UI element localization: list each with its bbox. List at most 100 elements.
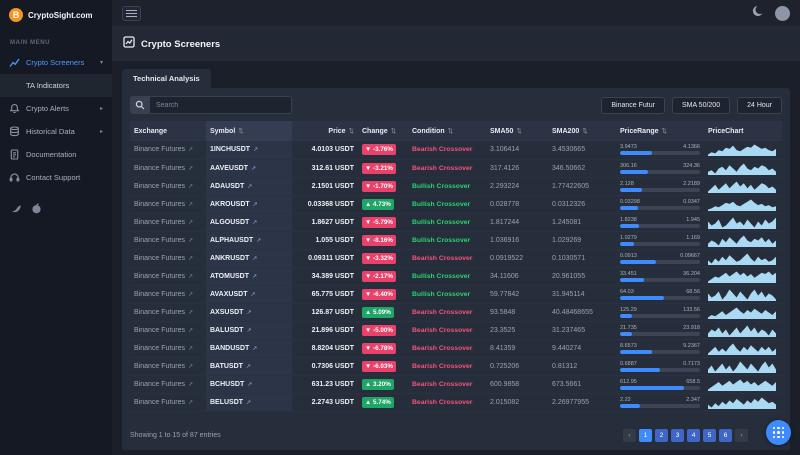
page-button-5[interactable]: 5	[703, 429, 716, 442]
page-button-1[interactable]: 1	[639, 429, 652, 442]
external-link-icon[interactable]: ↗	[188, 166, 193, 172]
page-button-6[interactable]: 6	[719, 429, 732, 442]
symbol-link[interactable]: BALUSDT	[210, 327, 243, 334]
sma200-value: 3.4530665	[548, 141, 616, 160]
apps-launcher-button[interactable]	[766, 420, 791, 445]
symbol-link[interactable]: BANDUSDT	[210, 345, 249, 352]
exchange-link[interactable]: Binance Futures	[134, 183, 185, 190]
sidebar-item-crypto-alerts[interactable]: Crypto Alerts ▸	[0, 97, 112, 120]
external-link-icon[interactable]: ↗	[253, 202, 258, 208]
symbol-link[interactable]: ALGOUSDT	[210, 219, 249, 226]
external-link-icon[interactable]: ↗	[246, 310, 251, 316]
change-cell: ▲ 4.73%	[358, 195, 408, 214]
exchange-link[interactable]: Binance Futures	[134, 363, 185, 370]
sidebar-item-contact-support[interactable]: Contact Support	[0, 166, 112, 189]
page-button-4[interactable]: 4	[687, 429, 700, 442]
external-link-icon[interactable]: ↗	[246, 400, 251, 406]
external-link-icon[interactable]: ↗	[252, 220, 257, 226]
external-link-icon[interactable]: ↗	[188, 400, 193, 406]
dark-mode-icon[interactable]	[752, 4, 764, 22]
avatar[interactable]	[775, 5, 790, 21]
external-link-icon[interactable]: ↗	[247, 382, 252, 388]
exchange-link[interactable]: Binance Futures	[134, 327, 185, 334]
search-icon[interactable]	[130, 96, 150, 114]
column-header-price[interactable]: Price ⇅	[292, 121, 358, 141]
external-link-icon[interactable]: ↗	[252, 346, 257, 352]
reddit-icon[interactable]	[31, 201, 42, 219]
column-header-condition[interactable]: Condition ⇅	[408, 121, 486, 141]
exchange-link[interactable]: Binance Futures	[134, 399, 185, 406]
sidebar-item-historical-data[interactable]: Historical Data ▸	[0, 120, 112, 143]
sidebar-item-crypto-screeners[interactable]: Crypto Screeners ▾	[0, 51, 112, 74]
sidebar-item-documentation[interactable]: Documentation	[0, 143, 112, 166]
external-link-icon[interactable]: ↗	[188, 364, 193, 370]
symbol-link[interactable]: BELUSDT	[210, 399, 243, 406]
external-link-icon[interactable]: ↗	[256, 238, 261, 244]
external-link-icon[interactable]: ↗	[188, 220, 193, 226]
symbol-link[interactable]: ADAUSDT	[210, 183, 244, 190]
symbol-link[interactable]: BATUSDT	[210, 363, 243, 370]
page-button-3[interactable]: 3	[671, 429, 684, 442]
range-high-value: 36.204	[683, 270, 700, 277]
external-link-icon[interactable]: ↗	[188, 184, 193, 190]
timeframe-filter-button[interactable]: 24 Hour	[737, 96, 782, 114]
external-link-icon[interactable]: ↗	[188, 274, 193, 280]
indicator-filter-button[interactable]: SMA 50/200	[671, 96, 731, 114]
menu-toggle-button[interactable]	[122, 5, 141, 21]
search-input[interactable]	[150, 96, 292, 114]
exchange-filter-button[interactable]: Binance Futur	[601, 96, 665, 114]
page-button-2[interactable]: 2	[655, 429, 668, 442]
exchange-link[interactable]: Binance Futures	[134, 309, 185, 316]
symbol-link[interactable]: ALPHAUSDT	[210, 237, 253, 244]
symbol-link[interactable]: ANKRUSDT	[210, 255, 249, 262]
twitter-icon[interactable]	[11, 201, 22, 219]
exchange-link[interactable]: Binance Futures	[134, 201, 185, 208]
exchange-link[interactable]: Binance Futures	[134, 345, 185, 352]
exchange-link[interactable]: Binance Futures	[134, 255, 185, 262]
symbol-link[interactable]: AXSUSDT	[210, 309, 243, 316]
external-link-icon[interactable]: ↗	[252, 274, 257, 280]
column-header-sma50[interactable]: SMA50 ⇅	[486, 121, 548, 141]
sort-icon: ⇅	[582, 128, 588, 135]
external-link-icon[interactable]: ↗	[188, 256, 193, 262]
symbol-link[interactable]: AAVEUSDT	[210, 165, 248, 172]
external-link-icon[interactable]: ↗	[250, 292, 255, 298]
external-link-icon[interactable]: ↗	[188, 292, 193, 298]
external-link-icon[interactable]: ↗	[251, 166, 256, 172]
symbol-link[interactable]: ATOMUSDT	[210, 273, 249, 280]
page-prev-button[interactable]: ‹	[623, 429, 636, 442]
external-link-icon[interactable]: ↗	[188, 202, 193, 208]
symbol-link[interactable]: BCHUSDT	[210, 381, 244, 388]
column-header-pricerange[interactable]: PriceRange ⇅	[616, 121, 704, 141]
external-link-icon[interactable]: ↗	[247, 184, 252, 190]
exchange-link[interactable]: Binance Futures	[134, 219, 185, 226]
external-link-icon[interactable]: ↗	[188, 382, 193, 388]
column-header-symbol[interactable]: Symbol ⇅	[206, 121, 292, 141]
symbol-link[interactable]: 1INCHUSDT	[210, 146, 250, 153]
column-header-change[interactable]: Change ⇅	[358, 121, 408, 141]
sidebar-item-ta-indicators[interactable]: TA Indicators	[0, 74, 112, 97]
external-link-icon[interactable]: ↗	[188, 147, 193, 153]
exchange-link[interactable]: Binance Futures	[134, 381, 185, 388]
external-link-icon[interactable]: ↗	[246, 364, 251, 370]
external-link-icon[interactable]: ↗	[188, 310, 193, 316]
column-header-sma200[interactable]: SMA200 ⇅	[548, 121, 616, 141]
brand[interactable]: B CryptoSight.com	[0, 0, 112, 32]
exchange-link[interactable]: Binance Futures	[134, 273, 185, 280]
tab-technical-analysis[interactable]: Technical Analysis	[122, 69, 211, 88]
exchange-link[interactable]: Binance Futures	[134, 146, 185, 153]
exchange-link[interactable]: Binance Futures	[134, 291, 185, 298]
exchange-link[interactable]: Binance Futures	[134, 165, 185, 172]
external-link-icon[interactable]: ↗	[253, 147, 258, 153]
external-link-icon[interactable]: ↗	[188, 328, 193, 334]
exchange-link[interactable]: Binance Futures	[134, 237, 185, 244]
condition-cell: Bullish Crossover	[408, 267, 486, 286]
change-badge: ▲ 3.20%	[362, 378, 394, 390]
external-link-icon[interactable]: ↗	[188, 346, 193, 352]
external-link-icon[interactable]: ↗	[246, 328, 251, 334]
external-link-icon[interactable]: ↗	[252, 256, 257, 262]
symbol-link[interactable]: AKROUSDT	[210, 201, 250, 208]
external-link-icon[interactable]: ↗	[188, 238, 193, 244]
symbol-link[interactable]: AVAXUSDT	[210, 291, 247, 298]
page-next-button[interactable]: ›	[735, 429, 748, 442]
